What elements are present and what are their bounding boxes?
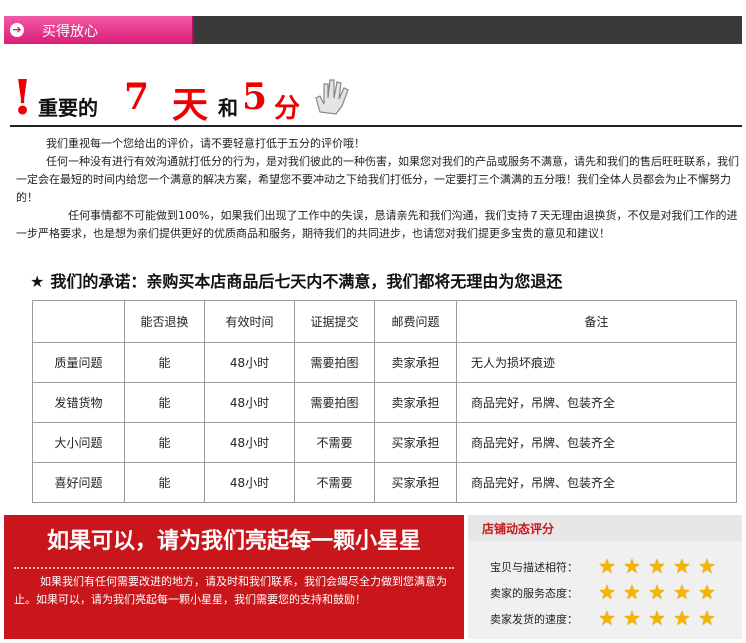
promise-text: 我们的承诺：亲购买本店商品后七天内不满意，我们都将无理由为您退还 xyxy=(50,272,563,291)
star-icon: ★ xyxy=(598,580,616,604)
title-seven: 7 xyxy=(124,76,150,118)
star-request-banner: 如果可以，请为我们亮起每一颗小星星 如果我们有任何需要改进的地方，请及时和我们联… xyxy=(4,515,464,639)
section-header-label: 买得放心 xyxy=(42,24,98,40)
intro-paragraph-1: 我们重视每一个您给出的评价，请不要轻意打低于五分的评价哦！ xyxy=(46,137,365,150)
table-cell: 无人为损坏痕迹 xyxy=(456,342,737,383)
table-row: 发错货物 能 48小时 需要拍图 卖家承担 商品完好，吊牌、包装齐全 xyxy=(32,382,737,423)
table-cell: 不需要 xyxy=(294,422,375,463)
section-header-tab: ➜ 买得放心 xyxy=(4,16,194,44)
table-cell: 能 xyxy=(124,422,205,463)
star-icon: ★ xyxy=(623,580,641,604)
rating-label: 卖家的服务态度： xyxy=(490,587,578,600)
intro-paragraph-3: 任何事情都不可能做到100%，如果我们出现了工作中的失误，恳请亲先和我们沟通，我… xyxy=(16,209,738,240)
rating-row-description: 宝贝与描述相符： ★ ★ ★ ★ ★ xyxy=(490,555,740,577)
title-day: 天 xyxy=(172,84,209,126)
table-cell: 能 xyxy=(124,462,205,503)
table-cell: 需要拍图 xyxy=(294,342,375,383)
table-cell: 商品完好，吊牌、包装齐全 xyxy=(456,382,737,423)
star-icon: ★ xyxy=(623,554,641,578)
star-icon: ★ xyxy=(648,554,666,578)
star-icon: ★ xyxy=(698,580,716,604)
table-row: 喜好问题 能 48小时 不需要 买家承担 商品完好，吊牌、包装齐全 xyxy=(32,462,737,503)
table-cell: 质量问题 xyxy=(32,342,125,383)
title-points: 分 xyxy=(274,94,301,124)
table-cell: 48小时 xyxy=(204,462,295,503)
rating-panel-title: 店铺动态评分 xyxy=(482,522,555,536)
table-header-cell: 证据提交 xyxy=(294,300,375,343)
arrow-right-circle-icon: ➜ xyxy=(10,23,24,37)
star-icon: ★ xyxy=(698,554,716,578)
rating-row-service: 卖家的服务态度： ★ ★ ★ ★ ★ xyxy=(490,581,740,603)
rating-stars: ★ ★ ★ ★ ★ xyxy=(598,581,723,603)
star-icon: ★ xyxy=(673,606,691,630)
table-cell: 发错货物 xyxy=(32,382,125,423)
rating-label: 宝贝与描述相符： xyxy=(490,561,578,574)
table-cell: 买家承担 xyxy=(374,422,457,463)
star-icon: ★ xyxy=(623,606,641,630)
table-header-row: 能否退换 有效时间 证据提交 邮费问题 备注 xyxy=(32,300,737,343)
star-icon: ★ xyxy=(648,606,666,630)
table-cell: 48小时 xyxy=(204,342,295,383)
table-row: 质量问题 能 48小时 需要拍图 卖家承担 无人为损坏痕迹 xyxy=(32,342,737,383)
table-cell: 卖家承担 xyxy=(374,342,457,383)
rating-panel-header: 店铺动态评分 xyxy=(468,515,742,541)
banner-headline: 如果可以，请为我们亮起每一颗小星星 xyxy=(46,528,421,554)
return-policy-table: 能否退换 有效时间 证据提交 邮费问题 备注 质量问题 能 48小时 需要拍图 … xyxy=(32,300,737,503)
rating-label: 卖家发货的速度： xyxy=(490,613,578,626)
table-row: 大小问题 能 48小时 不需要 买家承担 商品完好，吊牌、包装齐全 xyxy=(32,422,737,463)
table-cell: 能 xyxy=(124,342,205,383)
star-icon: ★ xyxy=(598,606,616,630)
star-icon: ★ xyxy=(598,554,616,578)
page-title: ! 重要的 7 天 和 5 分 xyxy=(10,70,742,126)
table-header-cell: 有效时间 xyxy=(204,300,295,343)
hand-icon xyxy=(315,79,349,115)
table-header-cell: 邮费问题 xyxy=(374,300,457,343)
banner-divider xyxy=(14,567,454,569)
star-icon: ★ xyxy=(673,580,691,604)
exclamation-mark: ! xyxy=(12,70,34,126)
section-header-bar: ➜ 买得放心 xyxy=(4,16,742,44)
title-and: 和 xyxy=(218,96,238,120)
table-cell: 买家承担 xyxy=(374,462,457,503)
title-important: 重要的 xyxy=(38,96,98,120)
table-cell: 大小问题 xyxy=(32,422,125,463)
star-icon: ★ xyxy=(698,606,716,630)
intro-paragraph-2: 任何一种没有进行有效沟通就打低分的行为，是对我们彼此的一种伤害，如果您对我们的产… xyxy=(16,155,739,204)
title-divider xyxy=(10,125,742,127)
table-cell: 喜好问题 xyxy=(32,462,125,503)
table-cell: 卖家承担 xyxy=(374,382,457,423)
title-five: 5 xyxy=(242,76,268,118)
table-cell: 商品完好，吊牌、包装齐全 xyxy=(456,422,737,463)
rating-stars: ★ ★ ★ ★ ★ xyxy=(598,555,723,577)
table-cell: 48小时 xyxy=(204,382,295,423)
table-header-cell: 备注 xyxy=(456,300,737,343)
star-icon: ★ xyxy=(648,580,666,604)
star-icon: ★ xyxy=(30,272,45,291)
table-cell: 48小时 xyxy=(204,422,295,463)
table-cell: 商品完好，吊牌、包装齐全 xyxy=(456,462,737,503)
star-icon: ★ xyxy=(673,554,691,578)
rating-row-shipping: 卖家发货的速度： ★ ★ ★ ★ ★ xyxy=(490,607,740,629)
banner-text: 如果我们有任何需要改进的地方，请及时和我们联系，我们会竭尽全力做到您满意为止。如… xyxy=(14,575,447,606)
promise-heading: ★ 我们的承诺：亲购买本店商品后七天内不满意，我们都将无理由为您退还 xyxy=(30,268,562,292)
shop-rating-panel: 店铺动态评分 宝贝与描述相符： ★ ★ ★ ★ ★ 卖家的服务态度： ★ ★ ★ ★ ★ 卖家发… xyxy=(468,515,742,639)
table-header-cell xyxy=(32,300,125,343)
table-cell: 需要拍图 xyxy=(294,382,375,423)
table-cell: 能 xyxy=(124,382,205,423)
rating-stars: ★ ★ ★ ★ ★ xyxy=(598,607,723,629)
table-header-cell: 能否退换 xyxy=(124,300,205,343)
table-cell: 不需要 xyxy=(294,462,375,503)
